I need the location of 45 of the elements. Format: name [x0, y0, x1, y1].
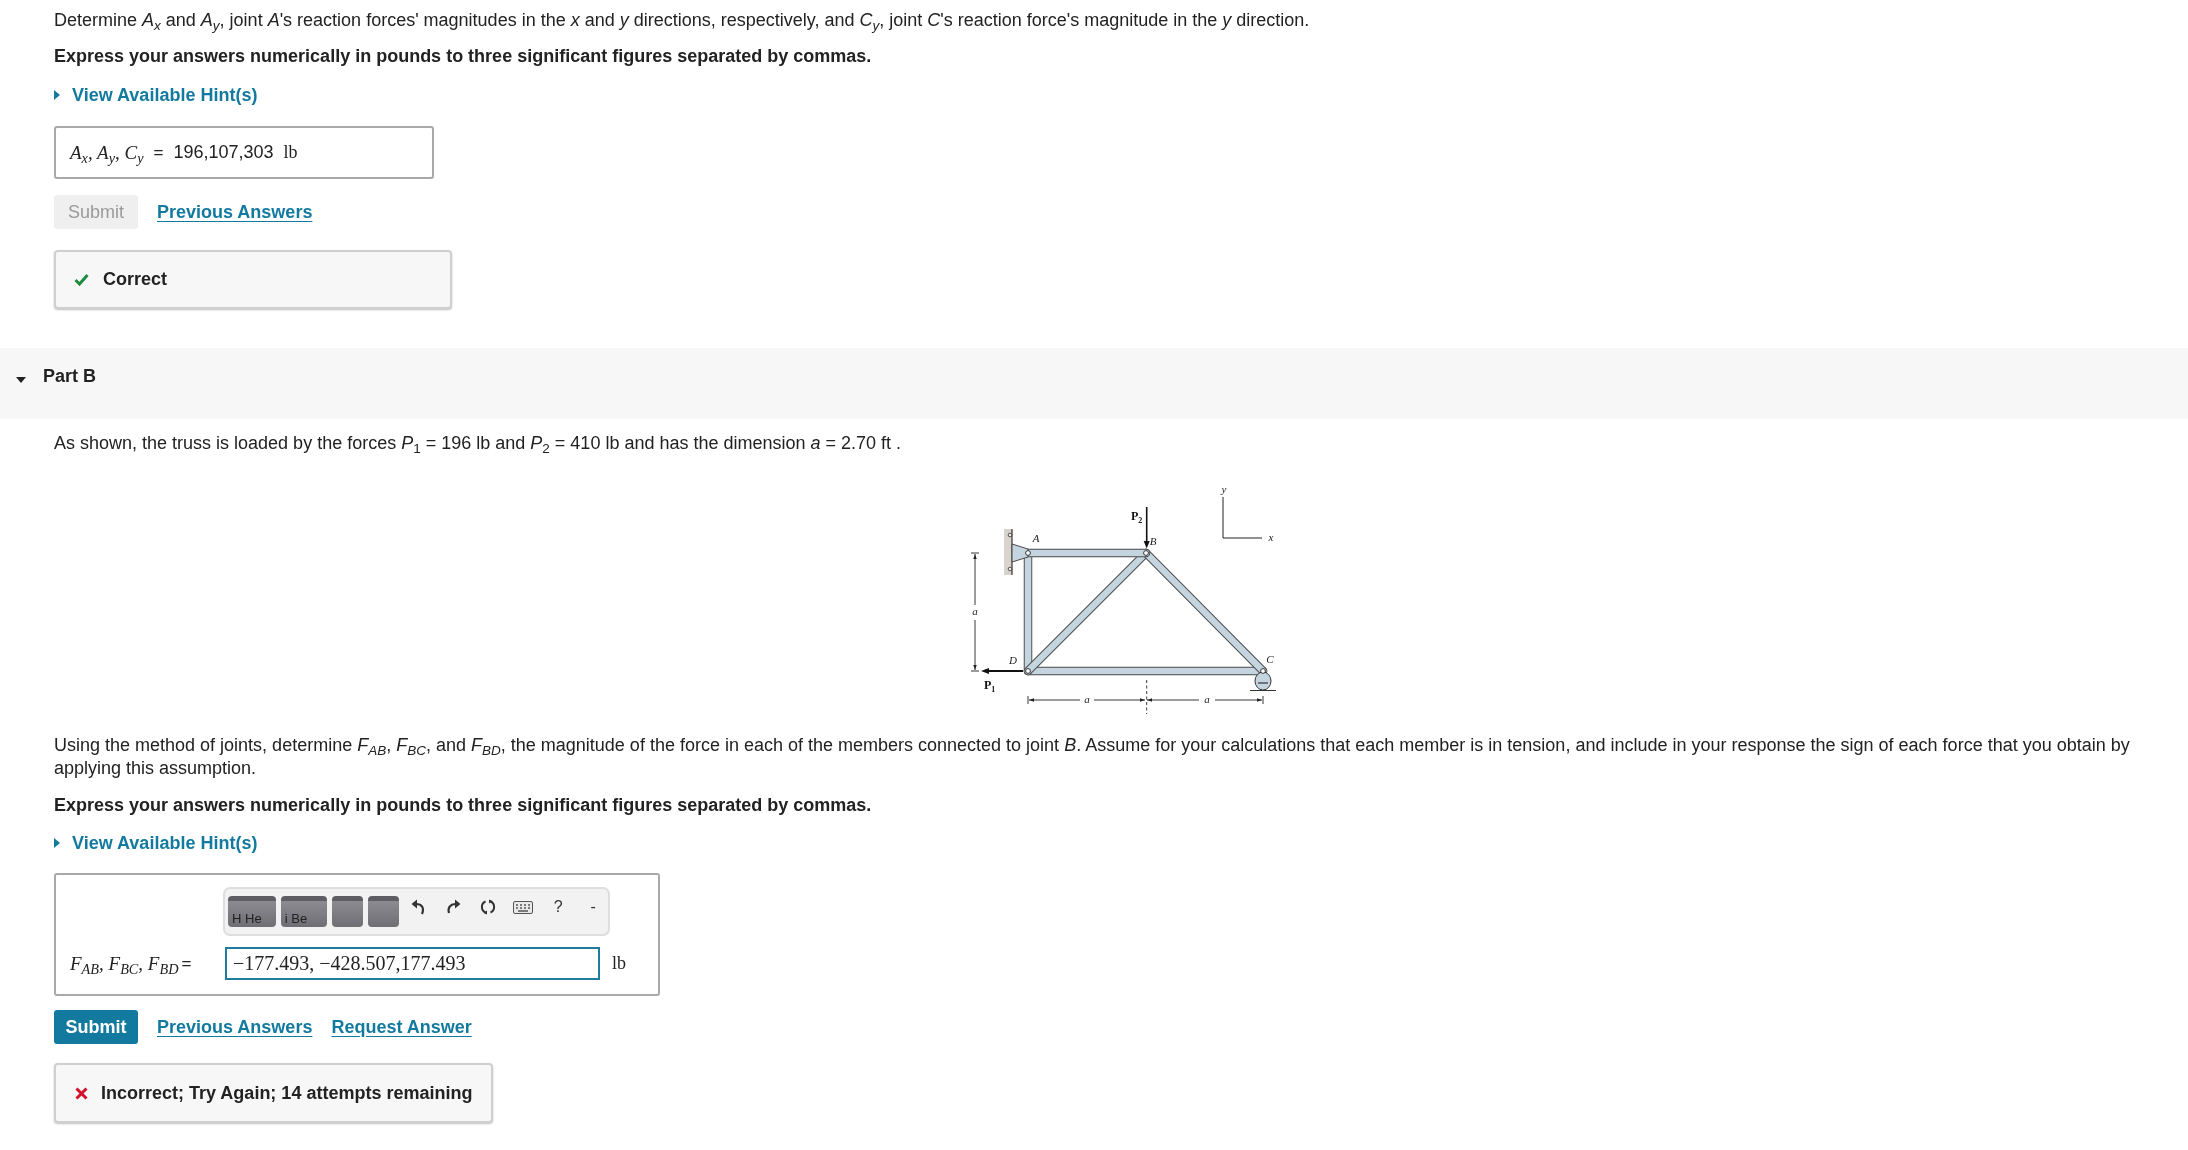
answer-label: A$_{x}$, A$_{y}$, C$_{y}$	[70, 141, 144, 164]
joint-label: A	[1032, 532, 1040, 544]
unit-label: lb	[612, 953, 627, 974]
submit-button[interactable]: Submit	[54, 1010, 138, 1044]
dimension-label: a	[1084, 693, 1090, 705]
joint-label: D	[1009, 654, 1017, 666]
question-text: Using the method of joints, determine F$_{AB}$, F$_{BC}$, and F$_{BD}$, the magnitude of the force in each of the members connected to joint B. Assume for your calculations that each member is in tension, and include in your response the sign of each force that you obtain by applying this assumption.	[54, 734, 2131, 780]
undo-icon[interactable]	[410, 899, 427, 915]
answer-value: 196,107,303	[173, 142, 274, 163]
keyboard-icon[interactable]	[513, 900, 534, 914]
toolbar-button[interactable]: -	[578, 896, 608, 918]
joint-label: B	[1149, 535, 1157, 547]
template-button[interactable]: H He	[228, 896, 276, 927]
template-button[interactable]	[367, 896, 399, 927]
unit-label: lb	[283, 142, 298, 163]
axis-label: y	[1221, 483, 1227, 495]
hint-link[interactable]: View Available Hint(s)	[72, 83, 258, 107]
answer-label: F$_{AB}$, F$_{BC}$, F$_{BD}$	[70, 952, 179, 975]
check-icon	[74, 273, 89, 286]
load-label: P$_{1}$	[984, 678, 996, 694]
equals-sign: =	[153, 142, 164, 163]
dimension-label: a	[1204, 693, 1210, 705]
question-text: Determine A$_{x}$ and A$_{y}$, joint A's reaction forces' magnitudes in the x and y directions, respectively, and C$_{y}$, joint C's reaction force's magnitude in the y direction.	[54, 9, 1310, 32]
reset-icon[interactable]	[480, 899, 497, 915]
answer-link[interactable]: Previous Answers	[157, 1015, 313, 1039]
axis-label: x	[1268, 531, 1274, 543]
answer-field[interactable]: −177.493, −428.507,177.493	[225, 947, 600, 980]
answer-link[interactable]: Previous Answers	[157, 200, 313, 224]
template-button[interactable]: i Be	[280, 896, 327, 927]
feedback-message: Incorrect; Try Again; 14 attempts remaining	[101, 1082, 473, 1104]
hint-link[interactable]: View Available Hint(s)	[72, 831, 258, 855]
part-header-bar[interactable]: Part B	[0, 348, 2188, 419]
dimension-label: a	[972, 605, 978, 617]
cross-icon	[74, 1086, 89, 1100]
joint-label: C	[1266, 653, 1274, 665]
load-label: P$_{2}$	[1131, 509, 1143, 525]
template-button[interactable]	[331, 896, 363, 927]
instruction-text: Express your answers numerically in pounds to three significant figures separated by commas.	[54, 794, 872, 817]
redo-icon[interactable]	[445, 899, 462, 915]
equals-sign: =	[181, 953, 192, 974]
instruction-text: Express your answers numerically in pounds to three significant figures separated by commas.	[54, 45, 872, 68]
toolbar-button[interactable]: ?	[543, 896, 574, 918]
answer-link[interactable]: Request Answer	[331, 1015, 472, 1039]
feedback-message: Correct	[103, 269, 168, 290]
problem-text: As shown, the truss is loaded by the forces P$_{1}$ = 196 lb and P$_{2}$ = 410 lb and has the dimension a = 2.70 ft .	[54, 432, 902, 455]
